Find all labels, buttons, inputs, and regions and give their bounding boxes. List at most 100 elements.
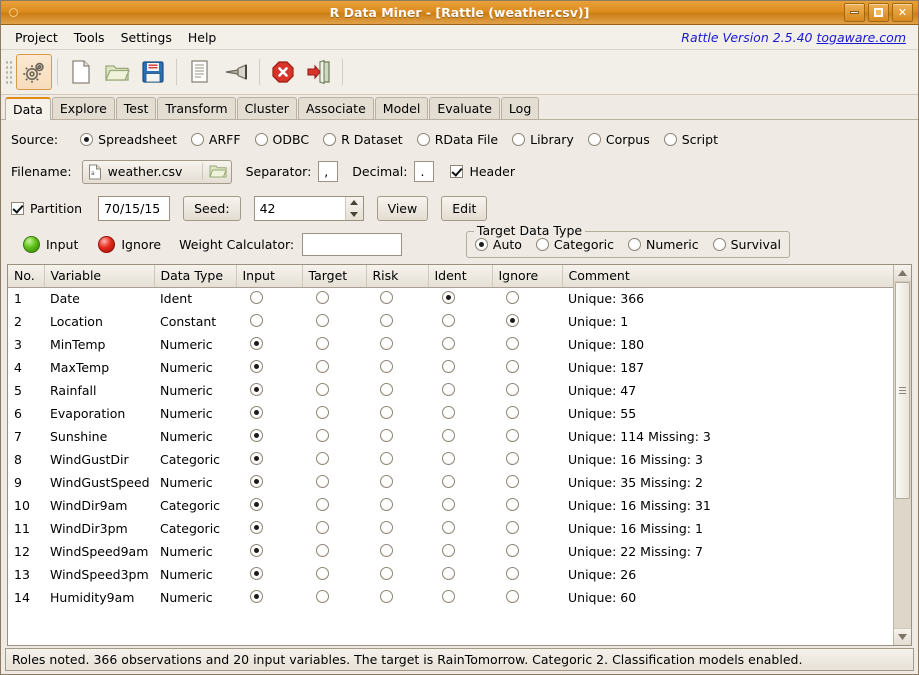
cell-role-target[interactable] — [302, 586, 366, 609]
radio-risk-icon[interactable] — [380, 429, 393, 442]
cell-role-target[interactable] — [302, 471, 366, 494]
menu-tools[interactable]: Tools — [66, 28, 113, 47]
cell-role-ident[interactable] — [428, 540, 492, 563]
radio-corpus-icon[interactable] — [588, 133, 601, 146]
radio-target-icon[interactable] — [316, 360, 329, 373]
source-option-spreadsheet[interactable]: Spreadsheet — [80, 132, 177, 147]
tab-transform[interactable]: Transform — [157, 97, 235, 119]
radio-target-icon[interactable] — [316, 452, 329, 465]
cell-role-ignore[interactable] — [492, 494, 562, 517]
separator-input[interactable]: , — [318, 161, 338, 182]
radio-input-icon[interactable] — [250, 429, 263, 442]
source-option-corpus[interactable]: Corpus — [588, 132, 650, 147]
radio-categoric-icon[interactable] — [536, 238, 549, 251]
tab-evaluate[interactable]: Evaluate — [429, 97, 500, 119]
cell-role-input[interactable] — [236, 540, 302, 563]
tab-test[interactable]: Test — [116, 97, 157, 119]
stop-button[interactable] — [265, 54, 301, 90]
table-row[interactable]: 8WindGustDirCategoricUnique: 16 Missing:… — [8, 448, 893, 471]
radio-risk-icon[interactable] — [380, 383, 393, 396]
radio-ident-icon[interactable] — [442, 452, 455, 465]
cell-role-risk[interactable] — [366, 402, 428, 425]
radio-ignore-icon[interactable] — [506, 544, 519, 557]
source-option-rdatafile[interactable]: RData File — [417, 132, 498, 147]
target-type-categoric[interactable]: Categoric — [536, 237, 614, 252]
radio-input-icon[interactable] — [250, 337, 263, 350]
radio-input-icon[interactable] — [250, 521, 263, 534]
checkbox-partition-icon[interactable] — [11, 202, 24, 215]
minimize-button[interactable] — [844, 3, 865, 22]
save-button[interactable] — [135, 54, 171, 90]
cell-role-ignore[interactable] — [492, 333, 562, 356]
radio-risk-icon[interactable] — [380, 498, 393, 511]
cell-role-input[interactable] — [236, 563, 302, 586]
table-row[interactable]: 10WindDir9amCategoricUnique: 16 Missing:… — [8, 494, 893, 517]
cell-role-risk[interactable] — [366, 448, 428, 471]
table-row[interactable]: 5RainfallNumericUnique: 47 — [8, 379, 893, 402]
cell-role-risk[interactable] — [366, 356, 428, 379]
radio-input-icon[interactable] — [250, 544, 263, 557]
cell-role-risk[interactable] — [366, 310, 428, 333]
togaware-link[interactable]: togaware.com — [816, 30, 906, 45]
radio-ident-icon[interactable] — [442, 498, 455, 511]
table-row[interactable]: 12WindSpeed9amNumericUnique: 22 Missing:… — [8, 540, 893, 563]
cell-role-ident[interactable] — [428, 563, 492, 586]
cell-role-ignore[interactable] — [492, 517, 562, 540]
radio-numeric-icon[interactable] — [628, 238, 641, 251]
table-row[interactable]: 13WindSpeed3pmNumericUnique: 26 — [8, 563, 893, 586]
cell-role-input[interactable] — [236, 425, 302, 448]
radio-ident-icon[interactable] — [442, 544, 455, 557]
radio-spreadsheet-icon[interactable] — [80, 133, 93, 146]
radio-ignore-icon[interactable] — [506, 383, 519, 396]
radio-ignore-icon[interactable] — [506, 498, 519, 511]
cell-role-risk[interactable] — [366, 586, 428, 609]
radio-input-icon[interactable] — [250, 498, 263, 511]
radio-ident-icon[interactable] — [442, 567, 455, 580]
radio-odbc-icon[interactable] — [255, 133, 268, 146]
menu-settings[interactable]: Settings — [113, 28, 180, 47]
cell-role-target[interactable] — [302, 425, 366, 448]
radio-target-icon[interactable] — [316, 475, 329, 488]
chevron-up-icon[interactable] — [350, 200, 358, 205]
scroll-down-button[interactable] — [894, 628, 911, 645]
cell-role-ident[interactable] — [428, 425, 492, 448]
cell-role-input[interactable] — [236, 310, 302, 333]
chevron-down-icon[interactable] — [350, 212, 358, 217]
filename-chooser[interactable]: a weather.csv — [82, 160, 232, 184]
radio-auto-icon[interactable] — [475, 238, 488, 251]
radio-script-icon[interactable] — [664, 133, 677, 146]
cell-role-target[interactable] — [302, 333, 366, 356]
cell-role-ident[interactable] — [428, 402, 492, 425]
variables-table-scrollbar[interactable] — [893, 265, 911, 645]
radio-rdataset-icon[interactable] — [323, 133, 336, 146]
export-button[interactable] — [218, 54, 254, 90]
cell-role-target[interactable] — [302, 287, 366, 310]
table-row[interactable]: 6EvaporationNumericUnique: 55 — [8, 402, 893, 425]
cell-role-risk[interactable] — [366, 333, 428, 356]
tab-cluster[interactable]: Cluster — [237, 97, 297, 119]
cell-role-input[interactable] — [236, 517, 302, 540]
table-row[interactable]: 14Humidity9amNumericUnique: 60 — [8, 586, 893, 609]
cell-role-target[interactable] — [302, 379, 366, 402]
table-row[interactable]: 3MinTempNumericUnique: 180 — [8, 333, 893, 356]
window-menu-icon[interactable] — [9, 8, 18, 17]
radio-input-icon[interactable] — [250, 360, 263, 373]
maximize-button[interactable] — [868, 3, 889, 22]
tab-explore[interactable]: Explore — [52, 97, 115, 119]
report-button[interactable] — [182, 54, 218, 90]
cell-role-ignore[interactable] — [492, 540, 562, 563]
cell-role-ident[interactable] — [428, 287, 492, 310]
radio-ignore-icon[interactable] — [506, 521, 519, 534]
radio-input-icon[interactable] — [250, 590, 263, 603]
cell-role-ignore[interactable] — [492, 425, 562, 448]
cell-role-ignore[interactable] — [492, 356, 562, 379]
cell-role-risk[interactable] — [366, 287, 428, 310]
radio-survival-icon[interactable] — [713, 238, 726, 251]
cell-role-ignore[interactable] — [492, 287, 562, 310]
seed-spinner[interactable]: 42 — [254, 196, 364, 221]
radio-risk-icon[interactable] — [380, 544, 393, 557]
cell-role-risk[interactable] — [366, 540, 428, 563]
radio-risk-icon[interactable] — [380, 567, 393, 580]
cell-role-input[interactable] — [236, 494, 302, 517]
radio-library-icon[interactable] — [512, 133, 525, 146]
